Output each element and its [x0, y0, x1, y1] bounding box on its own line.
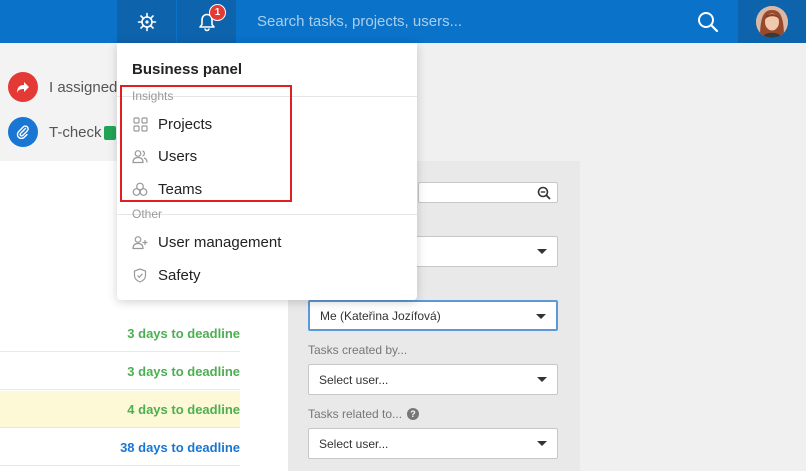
menu-item-safety[interactable]: Safety	[132, 263, 201, 287]
avatar	[756, 5, 788, 38]
notification-badge: 1	[209, 4, 226, 21]
check-badge	[103, 125, 116, 140]
chevron-down-icon	[537, 377, 547, 382]
related-to-label: Tasks related to... ?	[308, 407, 420, 421]
created-by-select[interactable]: Select user...	[308, 364, 558, 395]
zoom-out-icon	[537, 186, 551, 200]
section-label-other: Other	[132, 207, 163, 221]
filter-search-input[interactable]	[418, 182, 558, 203]
business-panel-button[interactable]	[117, 0, 176, 43]
activity-text: I assigned	[49, 78, 118, 96]
chevron-down-icon	[537, 441, 547, 446]
deadline-label: 3 days to deadline	[127, 363, 240, 379]
shield-icon	[132, 267, 148, 283]
related-to-value: Select user...	[319, 436, 389, 451]
highlight-annotation	[120, 85, 292, 202]
paperclip-icon	[8, 117, 38, 147]
created-by-value: Select user...	[319, 372, 389, 387]
user-menu-button[interactable]	[738, 0, 806, 43]
assignee-select[interactable]: Me (Kateřina Jozífová)	[308, 300, 558, 331]
task-row[interactable]: 4 days to deadline	[0, 391, 240, 428]
search-input[interactable]	[244, 6, 684, 36]
activity-item[interactable]: I assigned	[8, 72, 117, 102]
help-icon[interactable]: ?	[407, 408, 420, 420]
chevron-down-icon	[537, 249, 547, 254]
task-row[interactable]: 3 days to deadline	[0, 353, 240, 390]
top-navigation-bar: 1	[0, 0, 806, 43]
deadline-label: 4 days to deadline	[127, 401, 240, 417]
dropdown-title: Business panel	[132, 61, 243, 78]
task-row[interactable]: 38 days to deadline	[0, 429, 240, 466]
search-button[interactable]	[690, 0, 726, 43]
assignee-value: Me (Kateřina Jozífová)	[320, 308, 441, 323]
task-row[interactable]: 3 days to deadline	[0, 315, 240, 352]
deadline-label: 3 days to deadline	[127, 325, 240, 341]
search-icon	[698, 11, 719, 32]
helm-icon	[137, 12, 156, 31]
notifications-button[interactable]: 1	[177, 0, 236, 43]
user-add-icon	[132, 234, 148, 250]
deadline-label: 38 days to deadline	[120, 439, 240, 455]
menu-item-user-management[interactable]: User management	[132, 230, 281, 254]
activity-text: T-check	[49, 124, 116, 141]
related-to-select[interactable]: Select user...	[308, 428, 558, 459]
chevron-down-icon	[536, 314, 546, 319]
activity-item[interactable]: T-check	[8, 117, 116, 147]
forward-icon	[8, 72, 38, 102]
created-by-label: Tasks created by...	[308, 343, 408, 357]
